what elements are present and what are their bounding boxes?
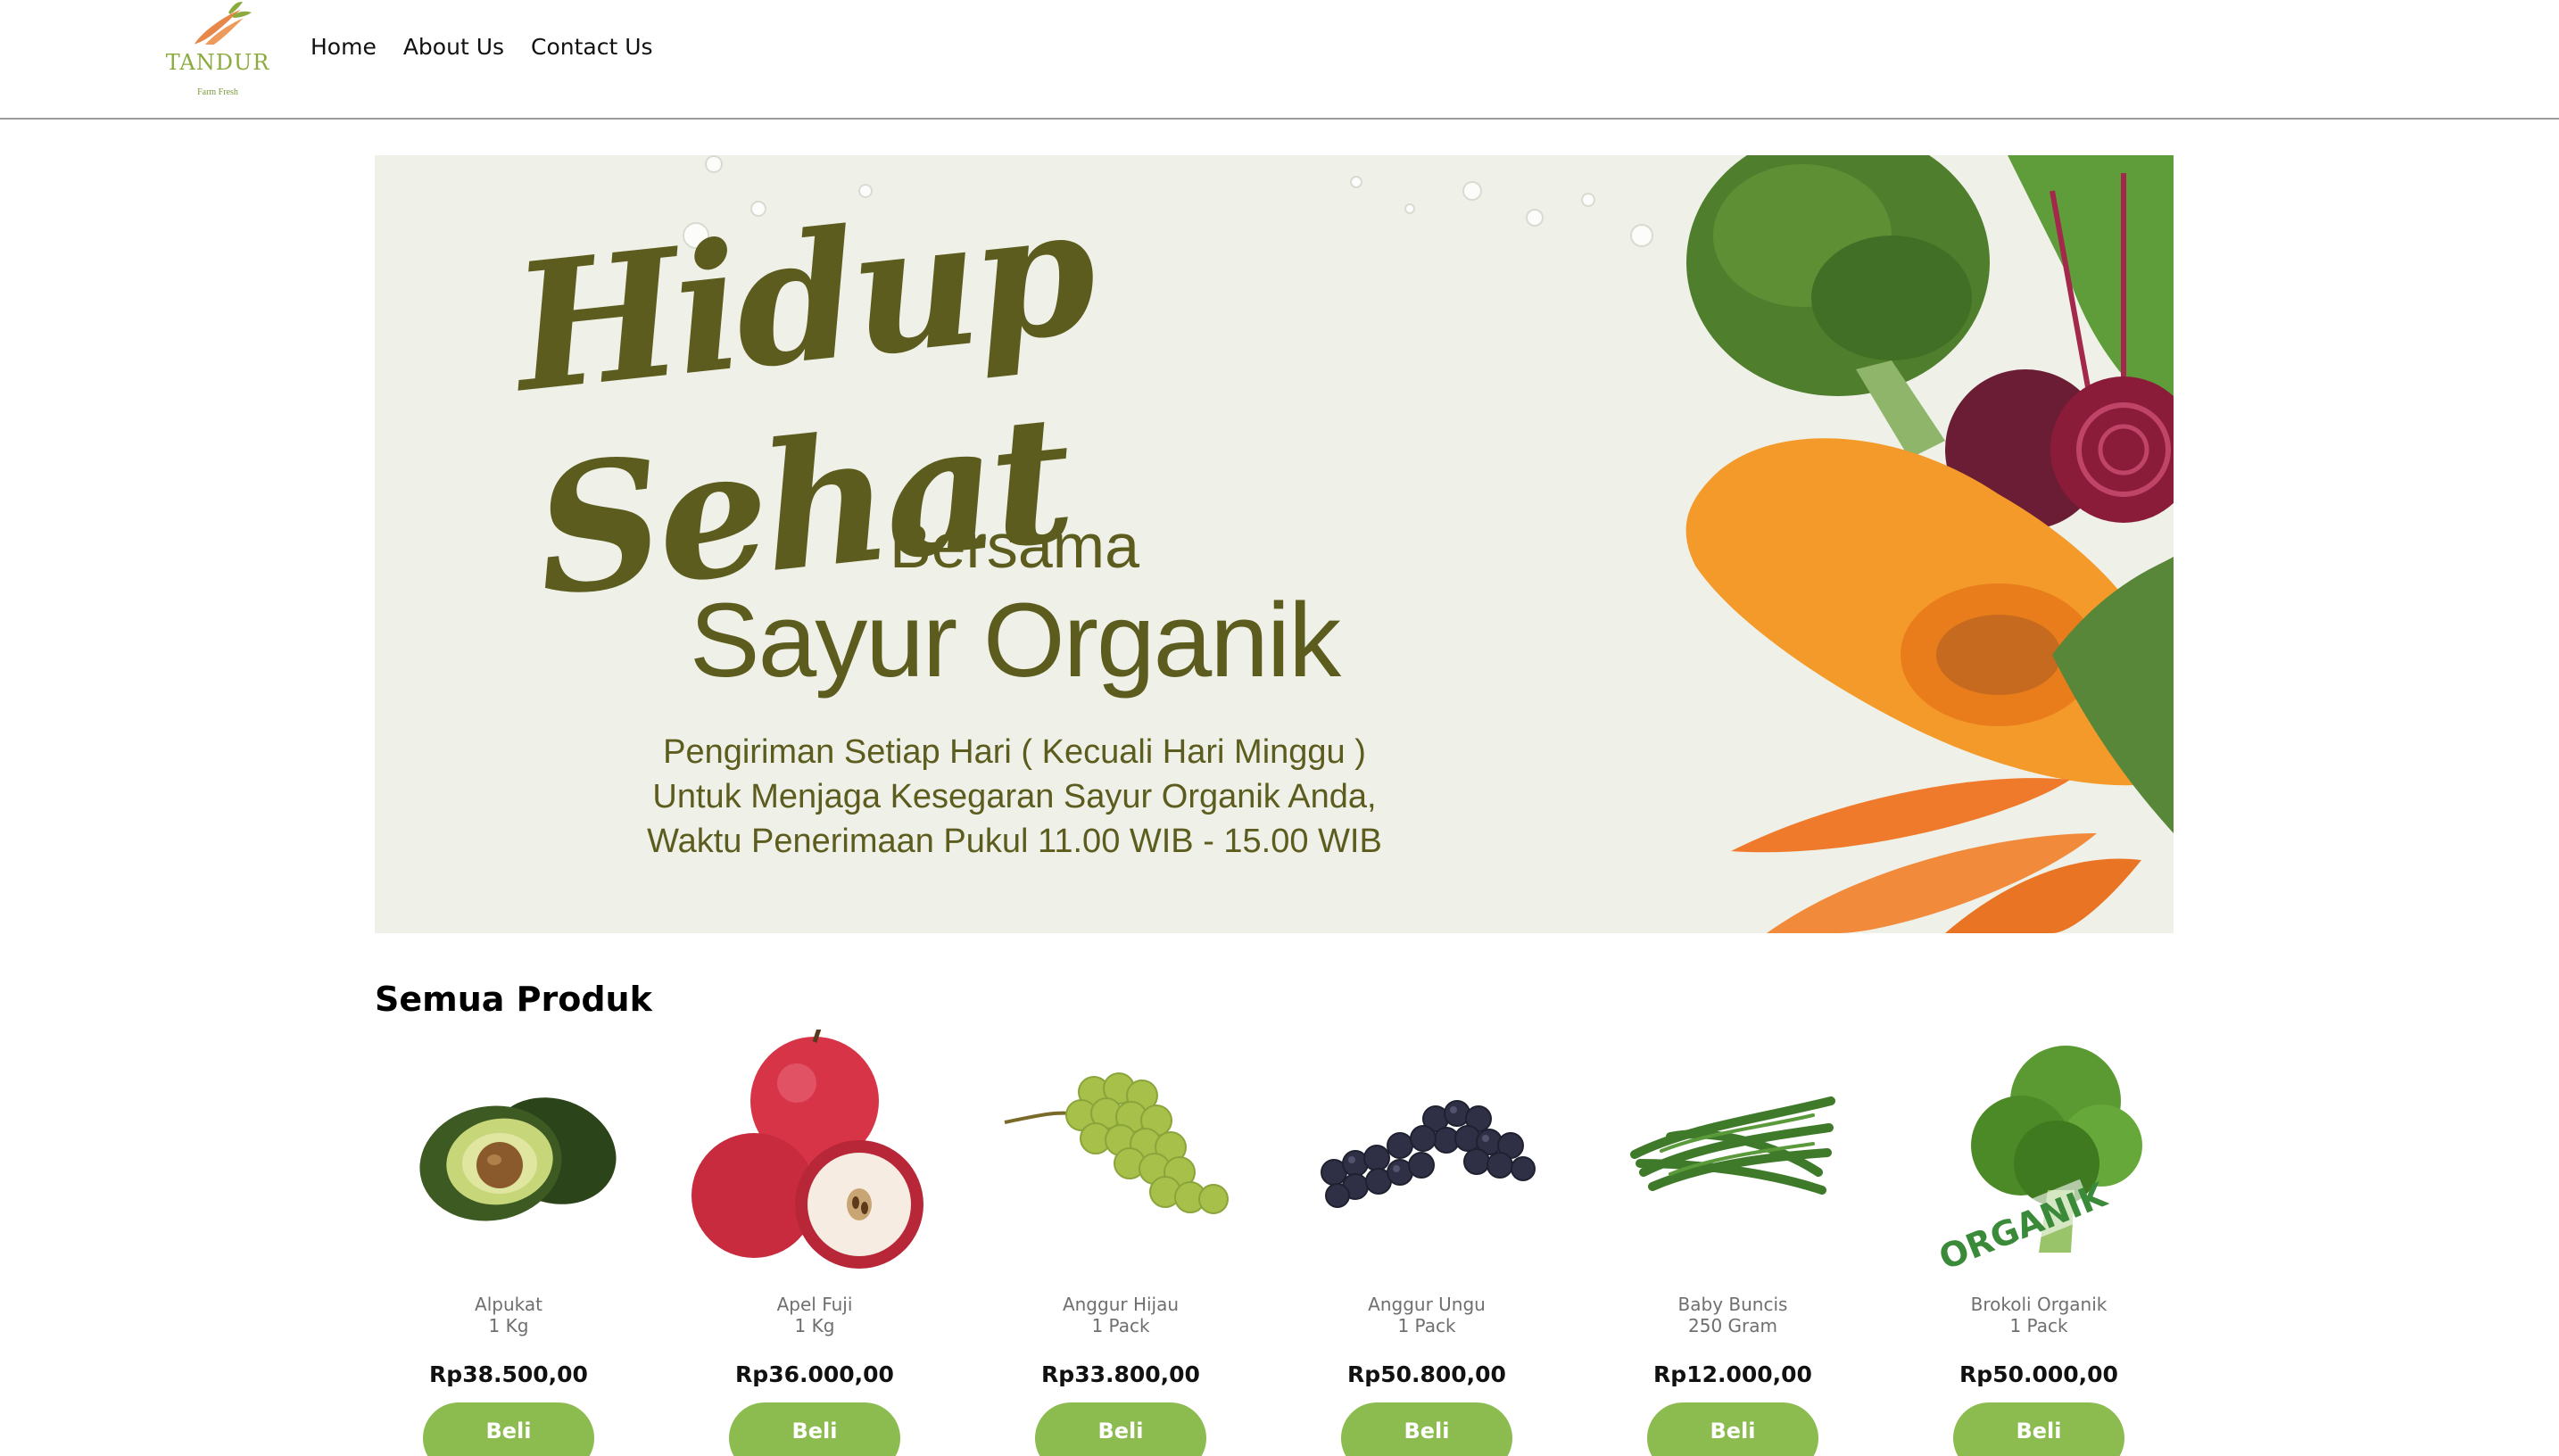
product-price: Rp36.000,00 — [735, 1361, 894, 1387]
product-card[interactable]: Baby Buncis 250 Gram Rp12.000,00 Beli — [1599, 1030, 1867, 1456]
green-grapes-image — [1004, 1072, 1229, 1214]
main-nav: Home About Us Contact Us — [311, 34, 653, 60]
buy-button[interactable]: Beli — [423, 1402, 594, 1456]
avocado-image — [419, 1097, 617, 1221]
product-card[interactable]: ORGANIK Brokoli Organik 1 Pack Rp50.000,… — [1905, 1030, 2173, 1456]
product-name: Anggur Ungu — [1368, 1294, 1486, 1315]
product-unit: 1 Pack — [1091, 1315, 1150, 1336]
banner-delivery-line: Pengiriman Setiap Hari ( Kecuali Hari Mi… — [663, 733, 1366, 771]
broccoli-image: ORGANIK — [1922, 1046, 2142, 1279]
green-beans-image — [1630, 1096, 1835, 1195]
product-unit: 1 Pack — [1397, 1315, 1456, 1336]
purple-grapes-image — [1321, 1100, 1536, 1208]
navbar: TANDUR Farm Fresh Home About Us Contact … — [0, 0, 2559, 120]
product-card[interactable]: Alpukat 1 Kg Rp38.500,00 Beli — [375, 1030, 642, 1456]
apple-image — [692, 1030, 923, 1269]
product-price: Rp50.800,00 — [1347, 1361, 1506, 1387]
product-unit: 1 Kg — [488, 1315, 529, 1336]
nav-about-link[interactable]: About Us — [403, 34, 504, 60]
brand-name: TANDUR — [165, 50, 270, 75]
brand-tagline: Farm Fresh — [197, 87, 238, 97]
nav-home-link[interactable]: Home — [311, 34, 377, 60]
buy-button[interactable]: Beli — [1035, 1402, 1206, 1456]
product-price: Rp38.500,00 — [429, 1361, 588, 1387]
banner-subtitle: Sayur Organik — [689, 582, 1341, 699]
brand-logo[interactable]: TANDUR Farm Fresh — [161, 0, 275, 107]
product-price: Rp50.000,00 — [1959, 1361, 2118, 1387]
banner-freshness-line: Untuk Menjaga Kesegaran Sayur Organik An… — [652, 778, 1377, 815]
product-name: Apel Fuji — [776, 1294, 853, 1315]
banner-hours-line: Waktu Penerimaan Pukul 11.00 WIB - 15.00… — [647, 823, 1382, 860]
product-grid: Alpukat 1 Kg Rp38.500,00 Beli Apel Fuji … — [375, 1030, 2174, 1456]
product-price: Rp12.000,00 — [1653, 1361, 1812, 1387]
product-card[interactable]: Apel Fuji 1 Kg Rp36.000,00 Beli — [681, 1030, 948, 1456]
product-card[interactable]: Anggur Ungu 1 Pack Rp50.800,00 Beli — [1293, 1030, 1561, 1456]
product-unit: 1 Pack — [2009, 1315, 2068, 1336]
product-unit: 250 Gram — [1688, 1315, 1777, 1336]
hero-banner[interactable]: Hidup Sehat Bersama Sayur Organik Pengir… — [375, 155, 2174, 933]
product-card[interactable]: Anggur Hijau 1 Pack Rp33.800,00 Beli — [987, 1030, 1255, 1456]
product-name: Brokoli Organik — [1970, 1294, 2108, 1315]
section-title: Semua Produk — [375, 980, 652, 1019]
product-name: Anggur Hijau — [1062, 1294, 1180, 1315]
buy-button[interactable]: Beli — [1647, 1402, 1818, 1456]
nav-contact-link[interactable]: Contact Us — [531, 34, 653, 60]
buy-button[interactable]: Beli — [729, 1402, 900, 1456]
carrot-icon — [194, 2, 252, 45]
banner-with-text: Bersama — [889, 511, 1140, 581]
buy-button[interactable]: Beli — [1341, 1402, 1512, 1456]
product-unit: 1 Kg — [794, 1315, 835, 1336]
buy-button[interactable]: Beli — [1953, 1402, 2124, 1456]
product-name: Alpukat — [475, 1294, 542, 1315]
product-name: Baby Buncis — [1677, 1294, 1788, 1315]
product-price: Rp33.800,00 — [1041, 1361, 1200, 1387]
